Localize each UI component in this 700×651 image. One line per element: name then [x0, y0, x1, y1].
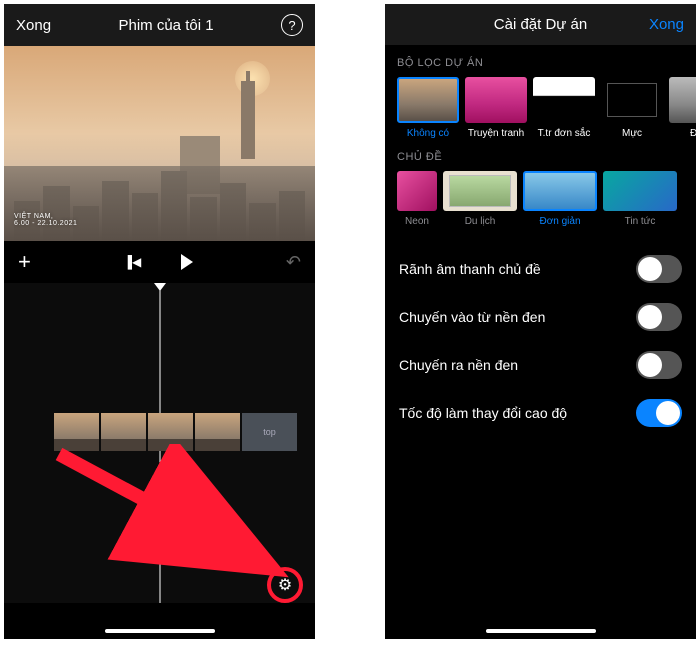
filter-thumbnail	[465, 77, 527, 123]
filter-thumbnail	[601, 77, 663, 123]
clip-track: top	[54, 413, 297, 451]
theme-list[interactable]: Neon Du lịch Đơn giản Tin tức	[385, 171, 696, 227]
filter-option[interactable]: Mực	[601, 77, 663, 139]
theme-option[interactable]: Đơn giản	[523, 171, 597, 227]
theme-label: Neon	[397, 216, 437, 227]
play-icon[interactable]	[181, 254, 193, 270]
video-preview[interactable]: VIỆT NAM, 6.00 - 22.10.2021	[4, 46, 315, 241]
filter-option[interactable]: Đ&T	[669, 77, 696, 139]
theme-thumbnail	[443, 171, 517, 211]
filter-option[interactable]: Không có	[397, 77, 459, 139]
playback-controls: + ▐◀ ↶	[4, 241, 315, 283]
toggle-switch[interactable]	[636, 255, 682, 283]
filter-label: T.tr đơn sắc	[533, 128, 595, 139]
done-button[interactable]: Xong	[16, 17, 51, 34]
settings-header: Cài đặt Dự án Xong	[385, 4, 696, 45]
settings-list: Rãnh âm thanh chủ đề Chuyến vào từ nền đ…	[385, 227, 696, 437]
toggle-switch[interactable]	[636, 399, 682, 427]
skip-back-icon[interactable]: ▐◀	[124, 255, 142, 269]
filter-label: Không có	[397, 128, 459, 139]
toggle-switch[interactable]	[636, 351, 682, 379]
editor-screen: Xong Phim của tôi 1 ? VIỆT NAM, 6.00 - 2…	[4, 4, 315, 639]
home-indicator[interactable]	[105, 629, 215, 633]
preview-caption: VIỆT NAM, 6.00 - 22.10.2021	[14, 213, 77, 227]
theme-thumbnail	[523, 171, 597, 211]
setting-label: Chuyến ra nền đen	[399, 357, 518, 373]
undo-icon[interactable]: ↶	[286, 252, 301, 273]
theme-thumbnail	[603, 171, 677, 211]
theme-option[interactable]: Tin tức	[603, 171, 677, 227]
setting-fade-out-black: Chuyến ra nền đen	[399, 341, 682, 389]
timeline[interactable]: top	[4, 283, 315, 603]
add-media-button[interactable]: +	[18, 249, 31, 275]
filter-option[interactable]: Truyện tranh	[465, 77, 527, 139]
setting-label: Tốc độ làm thay đổi cao độ	[399, 405, 567, 421]
help-icon[interactable]: ?	[281, 14, 303, 36]
filter-label: Mực	[601, 128, 663, 139]
filter-thumbnail	[533, 77, 595, 123]
filter-list[interactable]: Không có Truyện tranh T.tr đơn sắc Mực Đ…	[385, 77, 696, 139]
setting-fade-in-black: Chuyến vào từ nền đen	[399, 293, 682, 341]
setting-theme-soundtrack: Rãnh âm thanh chủ đề	[399, 245, 682, 293]
section-themes-header: CHỦ ĐỀ	[385, 139, 696, 171]
project-settings-button[interactable]: ⚙	[267, 567, 303, 603]
editor-header: Xong Phim của tôi 1 ?	[4, 4, 315, 46]
settings-title: Cài đặt Dự án	[494, 16, 587, 33]
theme-label: Du lịch	[443, 216, 517, 227]
filter-thumbnail	[397, 77, 459, 123]
project-title: Phim của tôi 1	[119, 17, 214, 34]
video-clip[interactable]	[195, 413, 240, 451]
video-clip[interactable]	[101, 413, 146, 451]
gear-icon: ⚙	[278, 575, 292, 595]
theme-option[interactable]: Neon	[397, 171, 437, 227]
video-clip[interactable]	[54, 413, 99, 451]
section-filters-header: BỘ LỌC DỰ ÁN	[385, 45, 696, 77]
theme-option[interactable]: Du lịch	[443, 171, 517, 227]
theme-label: Đơn giản	[523, 216, 597, 227]
filter-thumbnail	[669, 77, 696, 123]
theme-thumbnail	[397, 171, 437, 211]
theme-label: Tin tức	[603, 216, 677, 227]
done-button[interactable]: Xong	[649, 16, 684, 33]
filter-label: Truyện tranh	[465, 128, 527, 139]
home-indicator[interactable]	[486, 629, 596, 633]
filter-option[interactable]: T.tr đơn sắc	[533, 77, 595, 139]
video-clip[interactable]	[148, 413, 193, 451]
filter-label: Đ&T	[669, 128, 696, 139]
video-clip[interactable]: top	[242, 413, 297, 451]
setting-label: Chuyến vào từ nền đen	[399, 309, 545, 325]
settings-screen: Cài đặt Dự án Xong BỘ LỌC DỰ ÁN Không có…	[385, 4, 696, 639]
setting-label: Rãnh âm thanh chủ đề	[399, 261, 541, 277]
toggle-switch[interactable]	[636, 303, 682, 331]
setting-speed-pitch: Tốc độ làm thay đổi cao độ	[399, 389, 682, 437]
